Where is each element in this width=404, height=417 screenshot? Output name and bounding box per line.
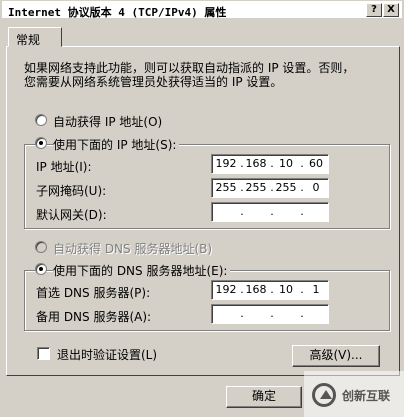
ip-address-octet-4: 60 — [309, 157, 323, 170]
subnet-mask-field[interactable]: 255 . 255 . 255 . 0 — [211, 178, 329, 198]
subnet-mask-label: 子网掩码(U): — [36, 184, 107, 198]
advanced-button[interactable]: 高级(V)... — [292, 345, 380, 367]
watermark: 创新互联 — [304, 371, 404, 417]
manual-ip-radio[interactable] — [35, 137, 47, 149]
alternate-dns-field[interactable]: . . . — [211, 304, 329, 324]
preferred-dns-octet-2: 168 — [245, 283, 267, 296]
gateway-label: 默认网关(D): — [36, 208, 107, 222]
manual-dns-label[interactable]: 使用下面的 DNS 服务器地址(E): — [53, 262, 231, 279]
validate-on-exit-checkbox[interactable] — [37, 347, 50, 360]
subnet-mask-octet-1: 255 — [215, 181, 237, 194]
alternate-dns-dot-2: . — [270, 307, 274, 320]
alternate-dns-dot-3: . — [300, 307, 304, 320]
preferred-dns-octet-1: 192 — [215, 283, 237, 296]
alternate-dns-label: 备用 DNS 服务器(A): — [36, 310, 152, 324]
preferred-dns-field[interactable]: 192 . 168 . 10 . 1 — [211, 280, 329, 300]
close-button[interactable]: X — [383, 3, 399, 17]
ip-address-octet-2: 168 — [245, 157, 267, 170]
validate-on-exit-label[interactable]: 退出时验证设置(L) — [57, 346, 157, 363]
tab-general-label: 常规 — [16, 33, 41, 47]
watermark-logo-icon — [312, 383, 336, 407]
manual-ip-label[interactable]: 使用下面的 IP 地址(S): — [53, 136, 180, 153]
alternate-dns-dot-1: . — [240, 307, 244, 320]
manual-dns-radio[interactable] — [35, 263, 47, 275]
preferred-dns-octet-3: 10 — [279, 283, 293, 296]
ip-address-octet-1: 192 — [215, 157, 237, 170]
auto-ip-label[interactable]: 自动获得 IP 地址(O) — [53, 113, 162, 130]
tab-general[interactable]: 常规 — [8, 27, 62, 47]
general-panel: 如果网络支持此功能，则可以获取自动指派的 IP 设置。否则， 您需要从网络系统管… — [6, 46, 400, 376]
subnet-mask-octet-2: 255 — [245, 181, 267, 194]
ip-address-label: IP 地址(I): — [36, 160, 92, 174]
intro-line-2: 您需要从网络系统管理员处获得适当的 IP 设置。 — [24, 75, 283, 89]
preferred-dns-label: 首选 DNS 服务器(P): — [36, 286, 151, 300]
auto-dns-label: 自动获得 DNS 服务器地址(B) — [53, 242, 213, 256]
ip-address-octet-3: 10 — [279, 157, 293, 170]
gateway-dot-1: . — [240, 205, 244, 218]
ip-address-field[interactable]: 192 . 168 . 10 . 60 — [211, 154, 329, 174]
window-title: Internet 协议版本 4 (TCP/IPv4) 属性 — [8, 6, 227, 19]
subnet-mask-octet-4: 0 — [312, 181, 320, 194]
title-bar: Internet 协议版本 4 (TCP/IPv4) 属性 ? X — [2, 1, 402, 19]
subnet-mask-octet-3: 255 — [275, 181, 297, 194]
help-button[interactable]: ? — [366, 3, 382, 17]
gateway-field[interactable]: . . . — [211, 202, 329, 222]
auto-ip-radio[interactable] — [35, 114, 47, 126]
gateway-dot-3: . — [300, 205, 304, 218]
auto-dns-radio — [35, 241, 47, 253]
gateway-dot-2: . — [270, 205, 274, 218]
ok-button[interactable]: 确定 — [226, 386, 302, 408]
ipv4-properties-dialog: Internet 协议版本 4 (TCP/IPv4) 属性 ? X 常规 如果网… — [0, 0, 404, 417]
watermark-text: 创新互联 — [342, 389, 391, 403]
preferred-dns-octet-4: 1 — [312, 283, 320, 296]
